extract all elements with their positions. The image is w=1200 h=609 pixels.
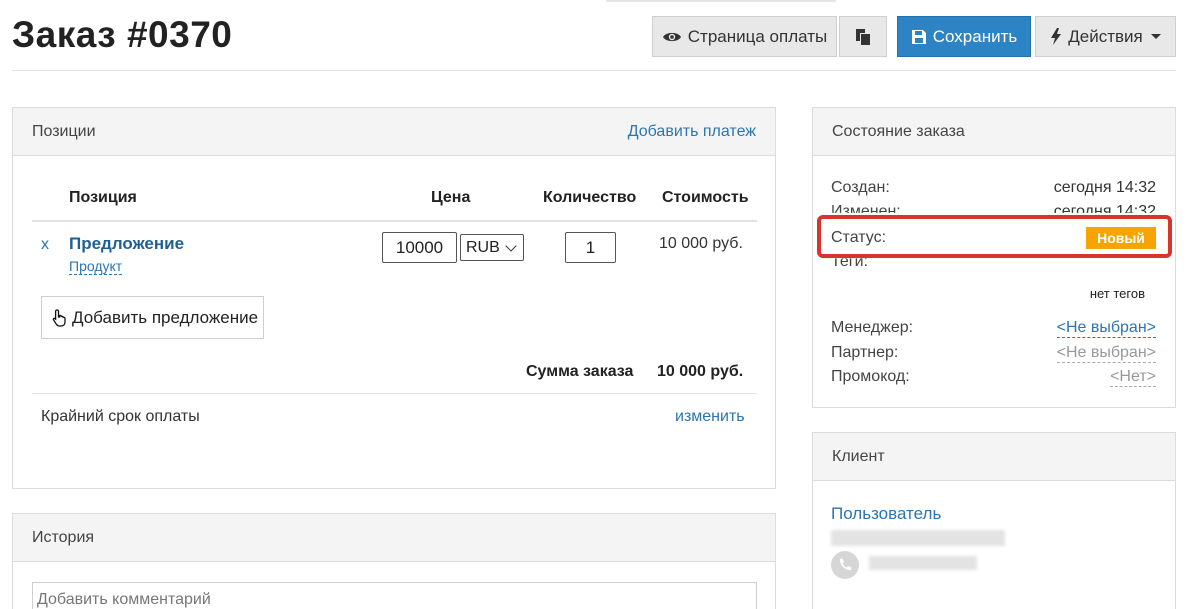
quantity-input[interactable]: 1 — [565, 232, 616, 263]
item-cost: 10 000 руб. — [659, 235, 743, 252]
eye-icon — [662, 32, 681, 41]
client-user-link[interactable]: Пользователь — [831, 504, 941, 524]
order-total-value: 10 000 руб. — [657, 363, 744, 380]
item-name-link[interactable]: Предложение — [69, 234, 184, 254]
history-panel-title: История — [32, 528, 95, 546]
copy-icon — [856, 28, 870, 45]
copy-button[interactable] — [839, 16, 887, 57]
currency-select[interactable]: RUB — [460, 234, 524, 261]
promocode-select-link[interactable]: <Нет> — [1110, 368, 1156, 387]
item-type-link[interactable]: Продукт — [69, 258, 123, 275]
save-button[interactable]: Сохранить — [897, 16, 1031, 57]
created-label: Создан: — [831, 179, 890, 196]
client-phone-redacted — [869, 556, 977, 570]
items-panel-header: Позиции Добавить платеж — [13, 108, 775, 156]
price-input[interactable]: 10000 — [382, 232, 457, 263]
actions-label: Действия — [1068, 26, 1143, 46]
add-offer-label: Добавить предложение — [72, 307, 259, 327]
phone-icon — [831, 551, 859, 579]
column-header-quantity: Количество — [543, 189, 637, 206]
change-deadline-link[interactable]: изменить — [675, 408, 745, 426]
header-divider — [12, 70, 1176, 71]
remove-item-button[interactable]: x — [41, 236, 49, 254]
floppy-disk-icon — [911, 29, 926, 44]
save-label: Сохранить — [932, 26, 1018, 46]
status-highlight-frame — [817, 215, 1172, 258]
column-header-price: Цена — [431, 189, 471, 206]
add-payment-link[interactable]: Добавить платеж — [628, 123, 756, 141]
created-value: сегодня 14:32 — [1053, 179, 1156, 196]
manager-label: Менеджер: — [831, 319, 914, 336]
partner-select-link[interactable]: <Не выбран> — [1056, 344, 1156, 363]
actions-dropdown-button[interactable]: Действия — [1035, 16, 1176, 57]
manager-select-link[interactable]: <Не выбран> — [1056, 319, 1156, 338]
client-panel-title: Клиент — [832, 447, 885, 465]
chevron-down-icon — [505, 240, 517, 252]
order-state-panel-title: Состояние заказа — [832, 122, 965, 140]
lightning-icon — [1051, 28, 1062, 45]
partner-label: Партнер: — [831, 344, 899, 361]
order-state-panel-header: Состояние заказа — [813, 108, 1175, 156]
payment-page-button[interactable]: Страница оплаты — [652, 16, 837, 57]
history-panel: История Добавить комментарий — [12, 513, 776, 609]
tags-empty-text: нет тегов — [1089, 286, 1145, 301]
client-panel-header: Клиент — [813, 433, 1175, 481]
client-panel: Клиент Пользователь — [812, 432, 1176, 609]
total-divider — [32, 393, 757, 394]
column-header-position: Позиция — [69, 189, 137, 206]
order-total-label: Сумма заказа — [526, 363, 634, 380]
items-panel: Позиции Добавить платеж Позиция Цена Кол… — [12, 107, 776, 489]
page-title: Заказ #0370 — [12, 14, 233, 55]
items-panel-title: Позиции — [32, 122, 96, 140]
client-email-redacted — [831, 530, 1005, 546]
promocode-label: Промокод: — [831, 368, 910, 385]
payment-deadline-label: Крайний срок оплаты — [41, 408, 200, 425]
add-offer-button[interactable]: Добавить предложение — [41, 296, 264, 339]
comment-input[interactable]: Добавить комментарий — [32, 582, 757, 609]
currency-value: RUB — [466, 238, 500, 256]
payment-page-label: Страница оплаты — [687, 26, 828, 46]
history-panel-header: История — [13, 514, 775, 562]
table-header-divider — [32, 220, 757, 222]
top-divider-stub — [606, 0, 836, 2]
column-header-cost: Стоимость — [662, 189, 749, 206]
caret-down-icon — [1150, 34, 1161, 39]
hand-pointer-icon — [52, 308, 66, 327]
